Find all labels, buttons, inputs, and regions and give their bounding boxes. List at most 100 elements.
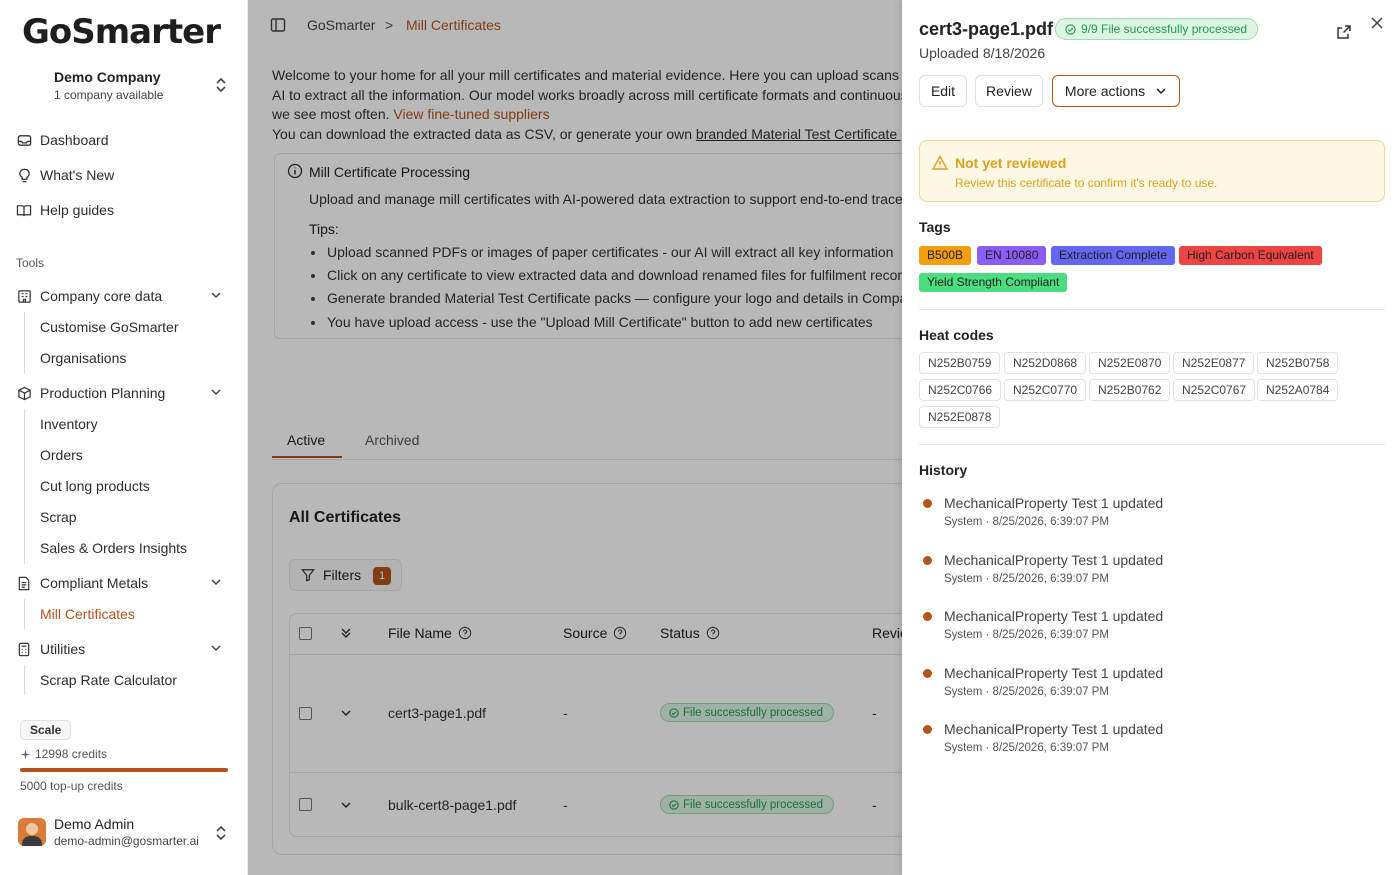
nav-cut-long-products[interactable]: Cut long products [40, 478, 150, 494]
nav-utilities[interactable]: Utilities [14, 634, 236, 664]
tags-heading: Tags [919, 219, 951, 235]
history-text: MechanicalProperty Test 1 updated [944, 721, 1164, 737]
tag-badge: B500B [919, 246, 972, 265]
heat-code-chip[interactable]: N252C0767 [1173, 379, 1256, 401]
section-divider [919, 309, 1385, 310]
credits-label: 12998 credits [35, 747, 108, 761]
chevron-down-icon [211, 389, 221, 396]
close-icon[interactable] [1370, 16, 1384, 30]
book-open-icon [16, 202, 32, 218]
avatar [18, 818, 46, 846]
tree-line [24, 312, 25, 374]
inbox-icon [16, 132, 32, 148]
tag-badge: Yield Strength Compliant [919, 273, 1068, 292]
nav-customise-gosmarter[interactable]: Customise GoSmarter [40, 319, 178, 335]
chevron-down-icon [1156, 88, 1166, 95]
more-actions-button[interactable]: More actions [1052, 75, 1180, 107]
warning-subtitle: Review this certificate to confirm it's … [955, 176, 1218, 190]
user-menu[interactable]: Demo Admin demo-admin@gosmarter.ai [14, 810, 236, 854]
nav-compliant-metals[interactable]: Compliant Metals [14, 568, 236, 598]
building-icon [16, 288, 32, 304]
nav-compliant-label: Compliant Metals [40, 575, 149, 591]
topup-credits: 5000 top-up credits [20, 779, 123, 793]
history-meta: System · 8/25/2026, 6:39:07 PM [944, 572, 1109, 585]
nav-whats-new[interactable]: What's New [14, 160, 236, 190]
nav-utilities-label: Utilities [40, 641, 86, 657]
heat-code-chip[interactable]: N252B0758 [1257, 352, 1339, 374]
drawer-title: cert3-page1.pdf [919, 19, 1054, 39]
company-count: 1 company available [54, 88, 164, 102]
company-switcher[interactable]: Demo Company 1 company available [14, 62, 236, 106]
user-name: Demo Admin [54, 816, 135, 832]
nav-orders[interactable]: Orders [40, 447, 83, 463]
nav-help-guides[interactable]: Help guides [14, 195, 236, 225]
heat-code-chip[interactable]: N252E0878 [919, 406, 1001, 428]
processed-badge: 9/9 File successfully processed [1055, 18, 1259, 40]
plan-badge: Scale [20, 720, 72, 740]
credits-info: 12998 credits [20, 747, 107, 761]
more-actions-label: More actions [1064, 83, 1146, 99]
nav-scrap[interactable]: Scrap [40, 509, 77, 525]
edit-button[interactable]: Edit [919, 75, 967, 107]
nav-inventory[interactable]: Inventory [40, 416, 98, 432]
history-heading: History [919, 462, 968, 478]
chevron-up-down-icon [216, 77, 226, 93]
history-item: MechanicalProperty Test 1 updated System … [923, 721, 1164, 754]
section-divider [919, 444, 1385, 445]
calculator-icon [16, 641, 32, 657]
history-text: MechanicalProperty Test 1 updated [944, 551, 1164, 568]
history-meta: System · 8/25/2026, 6:39:07 PM [944, 516, 1109, 528]
history-text: MechanicalProperty Test 1 updated [944, 664, 1164, 681]
history-dot [923, 612, 932, 621]
heat-code-chip[interactable]: N252E0870 [1089, 352, 1171, 374]
warning-title: Not yet reviewed [955, 155, 1067, 171]
heat-code-chip[interactable]: N252B0759 [919, 352, 1001, 374]
history-meta: System · 8/25/2026, 6:39:07 PM [944, 629, 1109, 641]
sparkle-icon [20, 748, 31, 760]
sidebar: GoSmarter Demo Company 1 company availab… [0, 0, 248, 875]
processed-label: 9/9 File successfully processed [1081, 22, 1248, 36]
tree-line [24, 599, 25, 629]
nav-production-planning[interactable]: Production Planning [14, 378, 236, 408]
nav-mill-certificates[interactable]: Mill Certificates [40, 606, 135, 622]
heat-code-chip[interactable]: N252B0762 [1089, 379, 1171, 401]
nav-help-label: Help guides [40, 202, 114, 218]
credits-progress-bar [20, 768, 228, 772]
app-logo[interactable]: GoSmarter [22, 12, 221, 52]
history-item: MechanicalProperty Test 1 updated System … [923, 551, 1164, 585]
heat-code-chip[interactable]: N252C0770 [1004, 379, 1087, 401]
company-name: Demo Company [54, 69, 161, 85]
history-item: MechanicalProperty Test 1 updated System … [923, 608, 1164, 641]
history-dot [923, 555, 932, 565]
tree-line [24, 665, 25, 695]
heat-codes-heading: Heat codes [919, 327, 994, 343]
heat-code-chip[interactable]: N252A0784 [1257, 379, 1339, 401]
history-item: MechanicalProperty Test 1 updated System … [923, 664, 1164, 698]
certificate-detail-drawer: cert3-page1.pdf 9/9 File successfully pr… [902, 0, 1400, 875]
heat-code-chip[interactable]: N252E0877 [1173, 352, 1255, 374]
document-icon [16, 575, 32, 591]
nav-company-core-data[interactable]: Company core data [14, 281, 236, 311]
tree-line [24, 409, 25, 564]
review-button[interactable]: Review [975, 75, 1043, 107]
cube-icon [16, 385, 32, 401]
chevron-down-icon [211, 579, 221, 586]
nav-company-core-label: Company core data [40, 288, 163, 304]
nav-whats-new-label: What's New [40, 167, 115, 183]
chevron-down-icon [211, 645, 221, 652]
lightbulb-icon [16, 167, 32, 183]
history-text: MechanicalProperty Test 1 updated [944, 495, 1164, 511]
chevron-up-down-icon [216, 825, 226, 841]
nav-scrap-rate-calculator[interactable]: Scrap Rate Calculator [40, 672, 177, 688]
heat-code-chip[interactable]: N252D0868 [1004, 352, 1087, 374]
nav-organisations[interactable]: Organisations [40, 350, 126, 366]
nav-production-label: Production Planning [40, 385, 166, 401]
external-link-icon[interactable] [1336, 24, 1352, 40]
check-circle-icon [1065, 23, 1076, 35]
nav-sales-orders-insights[interactable]: Sales & Orders Insights [40, 540, 187, 556]
chevron-down-icon [211, 292, 221, 299]
heat-code-chip[interactable]: N252C0766 [919, 379, 1002, 401]
history-text: MechanicalProperty Test 1 updated [944, 608, 1164, 624]
nav-dashboard[interactable]: Dashboard [14, 125, 236, 155]
review-warning-banner: Not yet reviewed Review this certificate… [919, 140, 1385, 202]
